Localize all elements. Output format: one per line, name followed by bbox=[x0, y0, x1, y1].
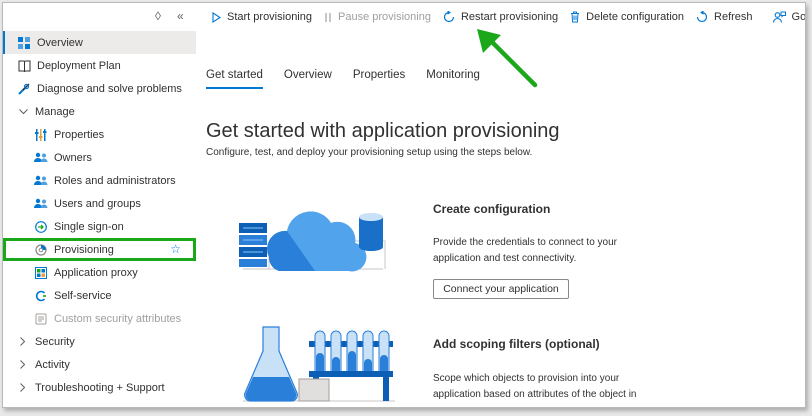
sidebar-group-troubleshooting[interactable]: Troubleshooting + Support bbox=[3, 376, 196, 399]
trash-icon bbox=[570, 11, 580, 23]
sidebar-item-label: Users and groups bbox=[54, 197, 141, 210]
tab-properties[interactable]: Properties bbox=[353, 69, 405, 89]
sidebar-item-label: Provisioning bbox=[54, 243, 114, 256]
sidebar-item-label: Diagnose and solve problems bbox=[37, 82, 182, 95]
tab-monitoring[interactable]: Monitoring bbox=[426, 69, 480, 89]
step-scoping-filters-description: Scope which objects to provision into yo… bbox=[433, 373, 637, 400]
server-stack-icon bbox=[239, 223, 267, 267]
sidebar-item-diagnose[interactable]: Diagnose and solve problems bbox=[3, 77, 196, 100]
pause-icon bbox=[324, 12, 332, 23]
sidebar-group-manage[interactable]: Manage bbox=[3, 100, 196, 123]
sidebar-item-label: Properties bbox=[54, 128, 105, 141]
sidebar-item-users-groups[interactable]: Users and groups bbox=[3, 192, 196, 215]
sidebar-item-properties[interactable]: Properties bbox=[3, 123, 196, 146]
chevron-right-icon bbox=[17, 383, 29, 392]
sidebar-item-sso[interactable]: Single sign-on bbox=[3, 215, 196, 238]
sidebar-item-provisioning[interactable]: Provisioning ☆ bbox=[3, 238, 196, 261]
self-service-icon bbox=[34, 289, 48, 303]
sidebar-item-label: Self-service bbox=[54, 289, 112, 302]
pause-provisioning-button[interactable]: Pause provisioning bbox=[318, 6, 437, 28]
sidebar-item-label: Troubleshooting + Support bbox=[35, 381, 165, 394]
start-provisioning-label: Start provisioning bbox=[227, 11, 312, 23]
sidebar-group-security[interactable]: Security bbox=[3, 330, 196, 353]
sidebar-item-label: Custom security attributes bbox=[54, 312, 182, 325]
people-icon bbox=[34, 151, 48, 165]
sidebar-item-owners[interactable]: Owners bbox=[3, 146, 196, 169]
properties-bars-icon bbox=[34, 128, 48, 142]
sidebar-item-roles[interactable]: Roles and administrators bbox=[3, 169, 196, 192]
connect-your-application-button[interactable]: Connect your application bbox=[433, 279, 569, 299]
flask-icon bbox=[244, 326, 298, 402]
attributes-icon bbox=[34, 312, 48, 326]
sidebar-item-label: Single sign-on bbox=[54, 220, 124, 233]
pause-provisioning-label: Pause provisioning bbox=[338, 11, 431, 23]
sso-arrow-icon bbox=[34, 220, 48, 234]
sidebar-item-label: Owners bbox=[54, 151, 92, 164]
app-proxy-icon bbox=[34, 266, 48, 280]
tab-bar: Get started Overview Properties Monitori… bbox=[206, 69, 501, 89]
feedback-person-icon bbox=[772, 11, 786, 23]
overview-grid-icon bbox=[17, 36, 31, 50]
people-icon bbox=[34, 174, 48, 188]
sidebar-item-custom-security-attributes[interactable]: Custom security attributes bbox=[3, 307, 196, 330]
sidebar-item-overview[interactable]: Overview bbox=[3, 31, 196, 54]
sidebar-item-label: Overview bbox=[37, 36, 83, 49]
page-title: Get started with application provisionin… bbox=[206, 120, 560, 142]
refresh-button[interactable]: Refresh bbox=[690, 6, 759, 28]
sidebar: ◊ « Overview Deployment Plan Diagnose an… bbox=[3, 3, 196, 407]
sidebar-item-self-service[interactable]: Self-service bbox=[3, 284, 196, 307]
sidebar-item-label: Roles and administrators bbox=[54, 174, 176, 187]
step-scoping-filters-title: Add scoping filters (optional) bbox=[433, 337, 600, 351]
wrench-icon bbox=[17, 82, 31, 96]
start-provisioning-button[interactable]: Start provisioning bbox=[206, 6, 318, 28]
cloud-configuration-illustration bbox=[239, 211, 386, 272]
tab-overview[interactable]: Overview bbox=[284, 69, 332, 89]
sidebar-item-label: Deployment Plan bbox=[37, 59, 121, 72]
book-icon bbox=[17, 59, 31, 73]
pin-icon[interactable]: ◊ bbox=[155, 9, 161, 23]
sidebar-item-app-proxy[interactable]: Application proxy bbox=[3, 261, 196, 284]
restart-provisioning-label: Restart provisioning bbox=[460, 11, 559, 23]
sidebar-header: ◊ « bbox=[3, 3, 196, 31]
database-icon bbox=[359, 213, 383, 251]
chevron-down-icon bbox=[17, 108, 29, 115]
delete-configuration-button[interactable]: Delete configuration bbox=[564, 6, 690, 28]
delete-configuration-label: Delete configuration bbox=[586, 11, 685, 23]
sidebar-item-label: Security bbox=[35, 335, 75, 348]
favorite-star-icon[interactable]: ☆ bbox=[170, 242, 181, 256]
sidebar-group-activity[interactable]: Activity bbox=[3, 353, 196, 376]
sidebar-item-label: Activity bbox=[35, 358, 70, 371]
sidebar-item-deployment-plan[interactable]: Deployment Plan bbox=[3, 54, 196, 77]
feedback-label: Got feedback? bbox=[791, 11, 806, 23]
play-icon bbox=[212, 11, 221, 23]
refresh-label: Refresh bbox=[714, 11, 753, 23]
sidebar-nav: Overview Deployment Plan Diagnose and so… bbox=[3, 31, 196, 399]
people-icon bbox=[34, 197, 48, 211]
chevron-right-icon bbox=[17, 360, 29, 369]
app-window: ◊ « Overview Deployment Plan Diagnose an… bbox=[2, 2, 806, 408]
restart-icon bbox=[443, 11, 455, 23]
scoping-filters-illustration bbox=[243, 326, 395, 402]
sidebar-item-label: Application proxy bbox=[54, 266, 138, 279]
refresh-icon bbox=[696, 11, 708, 23]
tab-get-started[interactable]: Get started bbox=[206, 69, 263, 89]
chevron-right-icon bbox=[17, 337, 29, 346]
step-create-configuration-description: Provide the credentials to connect to yo… bbox=[433, 237, 617, 264]
collapse-sidebar-icon[interactable]: « bbox=[177, 9, 184, 23]
feedback-button[interactable]: Got feedback? bbox=[767, 6, 806, 28]
step-create-configuration-title: Create configuration bbox=[433, 202, 551, 216]
restart-provisioning-button[interactable]: Restart provisioning bbox=[437, 6, 564, 28]
page-subtitle: Configure, test, and deploy your provisi… bbox=[206, 147, 533, 158]
provisioning-gear-icon bbox=[34, 243, 48, 257]
sidebar-item-label: Manage bbox=[35, 105, 75, 118]
